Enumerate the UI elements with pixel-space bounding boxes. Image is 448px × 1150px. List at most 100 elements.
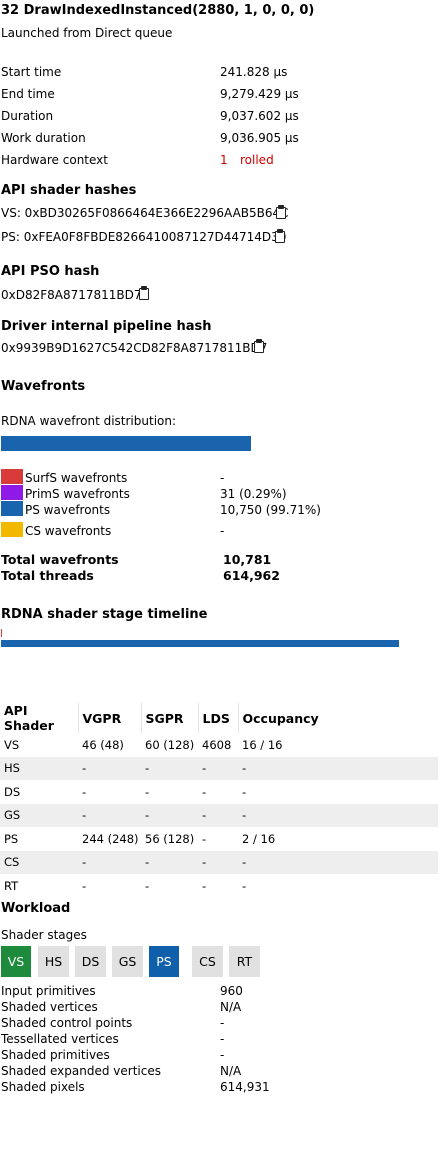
- col-lds[interactable]: LDS: [198, 703, 239, 733]
- cell: -: [198, 803, 238, 827]
- prims-wavefronts-value: 31 (0.29%): [220, 487, 287, 501]
- workload-heading: Workload: [1, 901, 71, 916]
- shaded-control-points-value: -: [220, 1016, 225, 1030]
- api-pso-hash-value: 0xD82F8A8717811BD7: [1, 288, 142, 302]
- stage-ps-button[interactable]: PS: [149, 946, 179, 977]
- start-time-value: 241.828 µs: [220, 65, 288, 79]
- col-sgpr[interactable]: SGPR: [141, 703, 199, 733]
- stage-cs-button[interactable]: CS: [192, 946, 223, 977]
- table-row[interactable]: RT - - - -: [0, 874, 438, 898]
- table-row[interactable]: CS - - - -: [0, 850, 438, 874]
- clipboard-icon[interactable]: [274, 229, 286, 243]
- ps-color-swatch: [1, 501, 23, 516]
- table-row[interactable]: PS 244 (248) 56 (128) - 2 / 16: [0, 827, 438, 851]
- total-threads-value: 614,962: [223, 568, 280, 583]
- cell: -: [238, 850, 438, 874]
- col-api-shader[interactable]: API Shader: [0, 703, 79, 733]
- hardware-context-label: Hardware context: [1, 153, 108, 167]
- cell: -: [238, 803, 438, 827]
- stage-ds-button[interactable]: DS: [75, 946, 106, 977]
- input-primitives-value: 960: [220, 984, 243, 998]
- wavefronts-heading: Wavefronts: [1, 379, 86, 394]
- stage-vs-button[interactable]: VS: [1, 946, 31, 977]
- shaded-pixels-label: Shaded pixels: [1, 1080, 85, 1094]
- tessellated-vertices-label: Tessellated vertices: [1, 1032, 119, 1046]
- clipboard-icon[interactable]: [138, 286, 150, 300]
- shaded-pixels-value: 614,931: [220, 1080, 270, 1094]
- cs-wavefronts-value: -: [220, 524, 225, 538]
- stage-rt-button[interactable]: RT: [229, 946, 260, 977]
- cell: -: [78, 756, 141, 780]
- cell: -: [78, 850, 141, 874]
- end-time-value: 9,279.429 µs: [220, 87, 299, 101]
- cell: VS: [4, 737, 20, 752]
- api-shader-table: API Shader VGPR SGPR LDS Occupancy VS 46…: [0, 703, 438, 898]
- shaded-primitives-label: Shaded primitives: [1, 1048, 110, 1062]
- wavefront-distribution-label: RDNA wavefront distribution:: [1, 414, 177, 428]
- cell: HS: [0, 756, 78, 780]
- vs-hash: VS: 0xBD30265F0866464E366E2296AAB5B64C: [1, 206, 289, 220]
- cell: -: [242, 784, 247, 799]
- cell: 4608: [202, 737, 232, 752]
- cell: -: [202, 878, 207, 893]
- table-row[interactable]: VS 46 (48) 60 (128) 4608 16 / 16: [0, 733, 438, 757]
- cs-color-swatch: [1, 522, 23, 537]
- clipboard-icon[interactable]: [253, 339, 265, 353]
- shaded-primitives-value: -: [220, 1048, 225, 1062]
- shader-stage-timeline-heading: RDNA shader stage timeline: [1, 607, 208, 622]
- cell: -: [242, 878, 247, 893]
- table-row[interactable]: HS - - - -: [0, 756, 438, 780]
- work-duration-label: Work duration: [1, 131, 86, 145]
- table-row[interactable]: GS - - - -: [0, 803, 438, 827]
- timeline-surfs-marker: [1, 629, 2, 637]
- shaded-vertices-value: N/A: [220, 1000, 242, 1014]
- stage-gs-button[interactable]: GS: [112, 946, 143, 977]
- table-row[interactable]: DS - - - -: [0, 780, 438, 804]
- table-header-row: API Shader VGPR SGPR LDS Occupancy: [0, 703, 438, 733]
- cs-wavefronts-label: CS wavefronts: [25, 524, 112, 538]
- cell: 244 (248): [82, 831, 139, 846]
- cell: 2 / 16: [242, 831, 276, 846]
- surfs-wavefronts-value: -: [220, 471, 225, 485]
- surfs-color-swatch: [1, 469, 23, 484]
- duration-value: 9,037.602 µs: [220, 109, 299, 123]
- ps-hash: PS: 0xFEA0F8FBDE8266410087127D44714D30: [1, 230, 287, 244]
- api-shader-hashes-heading: API shader hashes: [1, 183, 137, 198]
- wavefront-distribution-bar: [1, 436, 251, 451]
- end-time-label: End time: [1, 87, 55, 101]
- cell: -: [145, 784, 150, 799]
- cell: -: [145, 878, 150, 893]
- cell: -: [78, 803, 141, 827]
- col-occupancy[interactable]: Occupancy: [238, 703, 438, 733]
- timeline-ps-bar: [1, 640, 399, 647]
- shaded-vertices-label: Shaded vertices: [1, 1000, 98, 1014]
- total-threads-label: Total threads: [1, 568, 94, 583]
- tessellated-vertices-value: -: [220, 1032, 225, 1046]
- api-pso-hash-heading: API PSO hash: [1, 264, 100, 279]
- cell: -: [202, 831, 207, 846]
- ps-wavefronts-value: 10,750 (99.71%): [220, 503, 321, 517]
- stage-hs-button[interactable]: HS: [38, 946, 69, 977]
- driver-pipeline-hash-value: 0x9939B9D1627C542CD82F8A8717811BD7: [1, 341, 268, 355]
- cell: 56 (128): [145, 831, 195, 846]
- cell: -: [141, 850, 198, 874]
- total-wavefronts-label: Total wavefronts: [1, 552, 119, 567]
- hardware-context-value: 1: [220, 153, 228, 167]
- shaded-expanded-vertices-value: N/A: [220, 1064, 242, 1078]
- cell: 46 (48): [82, 737, 124, 752]
- cell: CS: [0, 850, 78, 874]
- cell: -: [198, 850, 238, 874]
- cell: RT: [4, 878, 19, 893]
- cell: 60 (128): [145, 737, 195, 752]
- cell: GS: [0, 803, 78, 827]
- shaded-expanded-vertices-label: Shaded expanded vertices: [1, 1064, 161, 1078]
- cell: -: [141, 756, 198, 780]
- col-vgpr[interactable]: VGPR: [78, 703, 142, 733]
- cell: -: [238, 756, 438, 780]
- hardware-context-status: rolled: [240, 153, 274, 167]
- clipboard-icon[interactable]: [275, 205, 287, 219]
- event-title: 32 DrawIndexedInstanced(2880, 1, 0, 0, 0…: [1, 3, 315, 18]
- ps-wavefronts-label: PS wavefronts: [25, 503, 111, 517]
- prims-wavefronts-label: PrimS wavefronts: [25, 487, 130, 501]
- cell: 16 / 16: [242, 737, 283, 752]
